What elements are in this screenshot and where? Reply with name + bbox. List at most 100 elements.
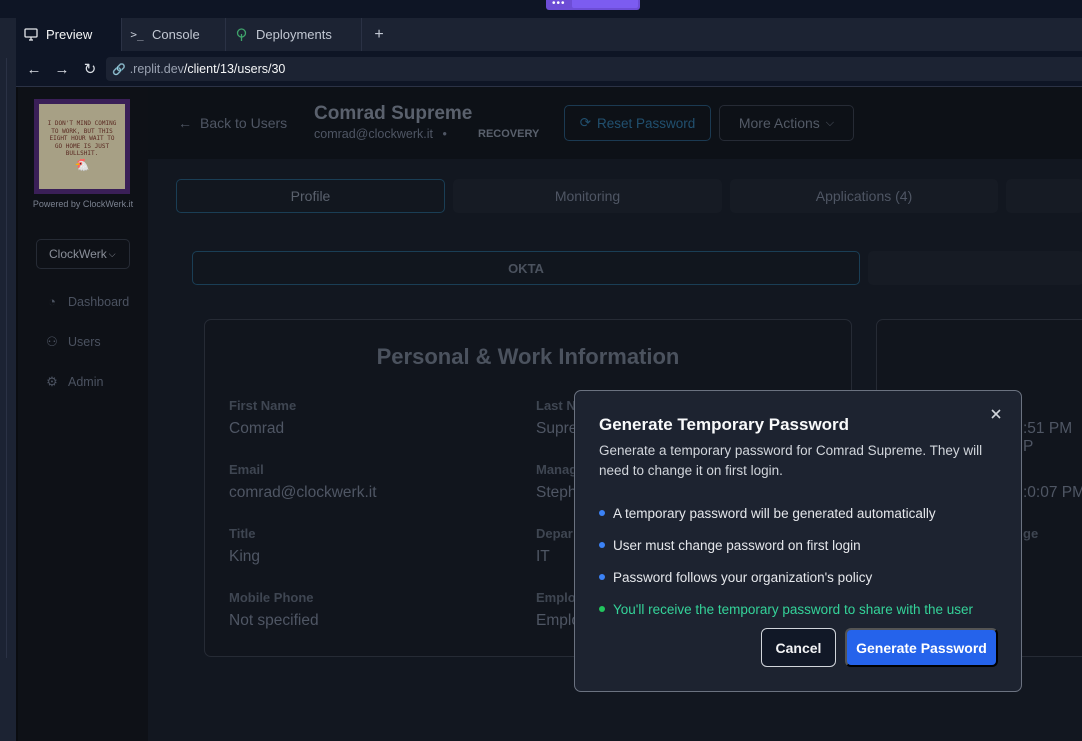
logo-caption: I DON'T MIND COMING TO WORK, BUT THIS EI… [47, 120, 117, 158]
separator: • [442, 127, 447, 141]
link-icon: 🔗 [112, 63, 126, 76]
field-value: Not specified [229, 612, 319, 629]
field-value: Steph [536, 484, 577, 501]
url-host: .replit.dev [129, 62, 184, 76]
field-label: Mobile Phone [229, 590, 314, 605]
powered-by: Powered by ClockWerk.it [32, 199, 134, 209]
tab-label: Deployments [256, 27, 332, 42]
arrow-left-icon: ← [178, 115, 192, 131]
back-to-users-link[interactable]: ← Back to Users [178, 115, 287, 131]
timestamp-1: :51 PM P [1023, 420, 1073, 455]
close-icon[interactable] [987, 405, 1005, 423]
field-label: Depar [536, 526, 573, 541]
tab-preview[interactable]: Preview [16, 18, 122, 51]
workspace-pill[interactable]: ••• [546, 0, 640, 10]
list-item-note: You'll receive the temporary password to… [599, 593, 999, 625]
bullet-dot [599, 606, 605, 612]
list-item-text: Password follows your organization's pol… [613, 569, 873, 585]
tab-okta[interactable]: OKTA [192, 251, 860, 285]
timestamp-2: :0:07 PM [1023, 484, 1082, 501]
app-sidebar: I DON'T MIND COMING TO WORK, BUT THIS EI… [18, 87, 148, 741]
url-bar: ← → ↻ 🔗 .replit.dev/client/13/users/30 [16, 51, 1082, 87]
sidebar-item-label: Dashboard [68, 294, 130, 309]
reset-password-button[interactable]: ⟳ Reset Password [564, 105, 711, 141]
ide-tab-bar: Preview >_ Console Deployments + [16, 18, 1082, 51]
field-label: Emplo [536, 590, 576, 605]
tab-console[interactable]: >_ Console [122, 18, 226, 51]
field-label: ge [1023, 526, 1039, 541]
tab-label: Console [152, 27, 200, 42]
deploy-icon [234, 27, 248, 42]
org-select-value: ClockWerk [49, 247, 107, 261]
generate-password-dialog: Generate Temporary Password Generate a t… [574, 390, 1022, 692]
generate-password-button[interactable]: Generate Password [845, 628, 998, 667]
reload-icon[interactable]: ↻ [80, 59, 100, 79]
sidebar-item-admin[interactable]: ⚙ Admin [44, 374, 103, 390]
list-item: Password follows your organization's pol… [599, 561, 999, 593]
sidebar-item-users[interactable]: ⚇ Users [44, 334, 100, 350]
field-value: IT [536, 548, 550, 565]
cancel-button[interactable]: Cancel [761, 628, 836, 667]
url-path: /client/13/users/30 [183, 62, 286, 76]
tab-monitoring[interactable]: Monitoring [453, 179, 722, 213]
user-header: ← Back to Users Comrad Supreme comrad@cl… [148, 87, 1082, 159]
list-item-text: You'll receive the temporary password to… [613, 601, 974, 617]
sidebar-item-label: Admin [68, 375, 104, 389]
info-list: A temporary password will be generated a… [599, 497, 999, 625]
back-arrow-icon[interactable]: ← [24, 59, 44, 79]
dialog-description: Generate a temporary password for Comrad… [599, 443, 983, 478]
more-actions-button[interactable]: More Actions ⌵ [719, 105, 854, 141]
field-value: Comrad [229, 420, 285, 437]
workspace-pill-label [572, 0, 638, 8]
terminal-icon: >_ [130, 28, 144, 41]
tab-deployments[interactable]: Deployments [226, 18, 362, 51]
ide-rail [0, 18, 16, 741]
org-select[interactable]: ClockWerk ⌵ [36, 239, 130, 269]
chevron-down-icon: ⌵ [825, 116, 835, 129]
gear-icon: ⚙ [46, 374, 58, 389]
users-icon: ⚇ [46, 334, 58, 349]
forward-arrow-icon[interactable]: → [52, 59, 72, 79]
reset-password-label: Reset Password [597, 115, 696, 131]
add-tab-button[interactable]: + [368, 18, 390, 51]
tab-applications[interactable]: Applications (4) [730, 179, 998, 213]
field-value: Supre [536, 420, 578, 437]
back-label: Back to Users [200, 115, 288, 131]
logo: I DON'T MIND COMING TO WORK, BUT THIS EI… [34, 99, 130, 194]
figure-icon: 🐔 [74, 157, 90, 172]
bullet-dot [599, 510, 605, 516]
card-title: Personal & Work Information [376, 344, 680, 369]
top-strip: ••• [0, 0, 1082, 18]
user-email-line: comrad@clockwerk.it • [314, 127, 447, 141]
more-actions-label: More Actions [738, 115, 820, 131]
chevron-down-icon: ⌵ [108, 248, 116, 259]
field-value: comrad@clockwerk.it [229, 484, 377, 501]
gauge-icon: ◔ [48, 294, 56, 309]
user-name: Comrad Supreme [314, 103, 473, 124]
bullet-dot [599, 574, 605, 580]
tab-other-directory[interactable] [868, 251, 1082, 285]
bullet-dot [599, 542, 605, 548]
dots-icon: ••• [552, 0, 566, 9]
field-label: Last N [536, 398, 576, 413]
tab-more[interactable] [1006, 179, 1082, 213]
field-label: Title [229, 526, 256, 541]
status-badge: RECOVERY [478, 128, 540, 140]
dialog-title: Generate Temporary Password [599, 415, 850, 434]
url-input[interactable]: 🔗 .replit.dev/client/13/users/30 [106, 57, 1082, 81]
list-item-text: A temporary password will be generated a… [613, 505, 936, 521]
list-item: A temporary password will be generated a… [599, 497, 999, 529]
list-item: User must change password on first login [599, 529, 999, 561]
tab-label: Preview [46, 27, 93, 42]
user-email: comrad@clockwerk.it [314, 127, 433, 141]
logo-image: I DON'T MIND COMING TO WORK, BUT THIS EI… [39, 104, 125, 189]
list-item-text: User must change password on first login [613, 537, 861, 553]
field-label: Email [229, 462, 264, 477]
field-label: First Name [229, 398, 297, 413]
tab-profile[interactable]: Profile [176, 179, 445, 213]
field-value: King [229, 548, 261, 565]
field-label: Manag [536, 462, 578, 477]
refresh-icon: ⟳ [579, 115, 591, 130]
rail-divider [6, 58, 10, 658]
sidebar-item-dashboard[interactable]: ◔ Dashboard [44, 294, 129, 309]
